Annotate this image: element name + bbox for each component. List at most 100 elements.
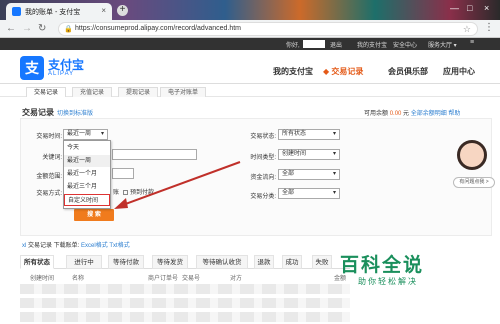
avail-unit: 元 xyxy=(403,111,410,117)
col-counterparty: 对方 xyxy=(230,276,243,282)
download-prefix: xl xyxy=(22,243,27,249)
tab-failed[interactable]: 失败 xyxy=(312,255,332,269)
fund-flow-select[interactable]: 全部 ▾ xyxy=(278,169,340,180)
full-balance-link[interactable]: 全部余额明细 xyxy=(411,111,447,117)
nav-app-center[interactable]: 应用中心 xyxy=(443,66,475,77)
maximize-button[interactable]: □ xyxy=(467,3,472,13)
table-row xyxy=(20,312,350,322)
search-button[interactable]: 搜 索 xyxy=(74,209,114,221)
amount-range-label: 金额范围: xyxy=(36,174,62,180)
trade-time-dropdown: 今天 最近一周 最近一个月 最近三个月 自定义时间 xyxy=(63,140,111,209)
close-window-button[interactable]: × xyxy=(484,3,489,13)
subnav-trade-records[interactable]: 交易记录 xyxy=(26,87,67,97)
tab-waiting-confirm[interactable]: 等待确认收货 xyxy=(196,255,248,269)
col-created-time: 创建时间 xyxy=(30,276,55,282)
time-type-select[interactable]: 创建时间 ▾ xyxy=(278,149,340,160)
browser-menu-icon[interactable]: ⋮ xyxy=(484,22,494,33)
download-label: 交易记录 下载账单: xyxy=(28,243,80,249)
option-custom-time[interactable]: 自定义时间 xyxy=(64,194,110,206)
chevron-down-icon: ▾ xyxy=(332,171,336,177)
watermark: 百科全说 助你轻松解决 xyxy=(340,250,490,294)
my-alipay-link[interactable]: 我的支付宝 xyxy=(357,40,387,49)
trade-method-label: 交易方式: xyxy=(36,191,62,197)
trade-time-value: 最近一周 xyxy=(67,131,92,137)
new-tab-button[interactable]: + xyxy=(117,5,128,16)
switch-standard-link[interactable]: 切换到标准版 xyxy=(57,108,93,117)
tab-all-status[interactable]: 所有状态 xyxy=(20,255,54,269)
alipay-favicon-icon xyxy=(12,7,21,16)
tab-strip: 我的账单 - 支付宝 × + — □ × xyxy=(0,0,500,20)
excel-link[interactable]: Excel格式 xyxy=(81,243,108,249)
tab-refund[interactable]: 退款 xyxy=(254,255,274,269)
trade-status-label: 交易状态: xyxy=(250,134,276,140)
bookmark-star-icon[interactable]: ☆ xyxy=(463,23,471,35)
site-top-nav: 你好, 退出 我的支付宝 安全中心 服务大厅 ▾ ≡ xyxy=(0,38,500,50)
greeting-text: 你好, xyxy=(286,43,300,49)
page-title: 交易记录 xyxy=(22,108,54,117)
logo-en-text: ALIPAY xyxy=(48,71,75,77)
avail-amount: 0.00 xyxy=(389,111,402,117)
tab-in-progress[interactable]: 进行中 xyxy=(66,255,102,269)
keyword-input[interactable] xyxy=(112,149,197,160)
tab-waiting-payment[interactable]: 等待付款 xyxy=(108,255,144,269)
nav-my-alipay[interactable]: 我的支付宝 xyxy=(273,66,313,77)
chevron-down-icon: ▾ xyxy=(332,190,336,196)
chevron-down-icon: ▾ xyxy=(100,131,104,137)
chevron-down-icon: ▾ xyxy=(332,151,336,157)
logout-link[interactable]: 退出 xyxy=(330,40,342,49)
trade-status-select[interactable]: 所有状态 ▾ xyxy=(278,129,340,140)
help-link[interactable]: 帮助 xyxy=(448,111,460,117)
option-last-week[interactable]: 最近一周 xyxy=(64,155,110,167)
watermark-title: 百科全说 xyxy=(340,255,425,276)
option-today[interactable]: 今天 xyxy=(64,142,110,154)
nav-trade-records-label: 交易记录 xyxy=(331,67,364,76)
username-redacted xyxy=(303,40,325,48)
col-trade-no: 交易号 xyxy=(182,276,201,282)
trade-status-value: 所有状态 xyxy=(282,131,307,137)
tab-close-icon[interactable]: × xyxy=(101,6,106,15)
keyword-label: 关键词: xyxy=(42,155,62,161)
help-assistant[interactable]: 有问题点我 > xyxy=(453,140,495,190)
time-type-value: 创建时间 xyxy=(282,151,307,157)
download-statement: xl 交易记录 下载账单: Excel格式 Txt格式 xyxy=(22,240,130,249)
chevron-down-icon: ▾ xyxy=(332,131,336,137)
trade-category-value: 全部 xyxy=(282,190,295,196)
option-last-month[interactable]: 最近一个月 xyxy=(64,168,110,180)
back-arrow-icon[interactable]: ← xyxy=(6,23,16,34)
tab-success[interactable]: 成功 xyxy=(282,255,302,269)
service-hall-menu[interactable]: 服务大厅 ▾ xyxy=(428,40,457,49)
fund-flow-value: 全部 xyxy=(282,171,295,177)
annotation-arrow-icon xyxy=(114,161,241,209)
subnav-withdraw-records[interactable]: 提现记录 xyxy=(118,87,159,97)
txt-link[interactable]: Txt格式 xyxy=(109,243,129,249)
reload-icon[interactable]: ↻ xyxy=(38,23,46,34)
tab-waiting-ship[interactable]: 等待发货 xyxy=(152,255,188,269)
table-row xyxy=(20,298,350,308)
watermark-subtitle: 助你轻松解决 xyxy=(358,277,418,286)
tab-title: 我的账单 - 支付宝 xyxy=(25,8,81,16)
security-center-link[interactable]: 安全中心 xyxy=(393,40,417,49)
minimize-button[interactable]: — xyxy=(450,3,459,13)
forward-arrow-icon[interactable]: → xyxy=(22,23,32,34)
subnav-recharge-records[interactable]: 充值记录 xyxy=(72,87,113,97)
assistant-bubble[interactable]: 有问题点我 > xyxy=(453,177,495,188)
subnav-e-statement[interactable]: 电子对账单 xyxy=(160,87,207,97)
alipay-logo[interactable]: 支 支付宝 ALIPAY xyxy=(20,56,112,80)
table-row xyxy=(20,284,350,294)
trade-category-select[interactable]: 全部 ▾ xyxy=(278,188,340,199)
nav-trade-records[interactable]: ◆ 交易记录 xyxy=(323,66,363,77)
assistant-avatar-icon xyxy=(457,140,487,170)
browser-chrome: 我的账单 - 支付宝 × + — □ × ← → ↻ 🔒 https://con… xyxy=(0,0,500,38)
col-name: 名称 xyxy=(72,276,85,282)
trade-time-select[interactable]: 最近一周 ▾ xyxy=(63,129,108,140)
avail-label: 可用余额 xyxy=(364,111,389,117)
browser-tab[interactable]: 我的账单 - 支付宝 × xyxy=(6,3,112,20)
alipay-logo-icon: 支 xyxy=(20,56,44,80)
lock-icon: 🔒 xyxy=(64,26,73,33)
url-text: https://consumeprod.alipay.com/record/ad… xyxy=(75,25,242,32)
nav-member-club[interactable]: 会员俱乐部 xyxy=(388,66,428,77)
address-bar[interactable]: 🔒 https://consumeprod.alipay.com/record/… xyxy=(58,22,478,36)
option-last-three-months[interactable]: 最近三个月 xyxy=(64,181,110,193)
trade-time-label: 交易时间: xyxy=(36,134,62,140)
hamburger-icon[interactable]: ≡ xyxy=(470,39,474,46)
